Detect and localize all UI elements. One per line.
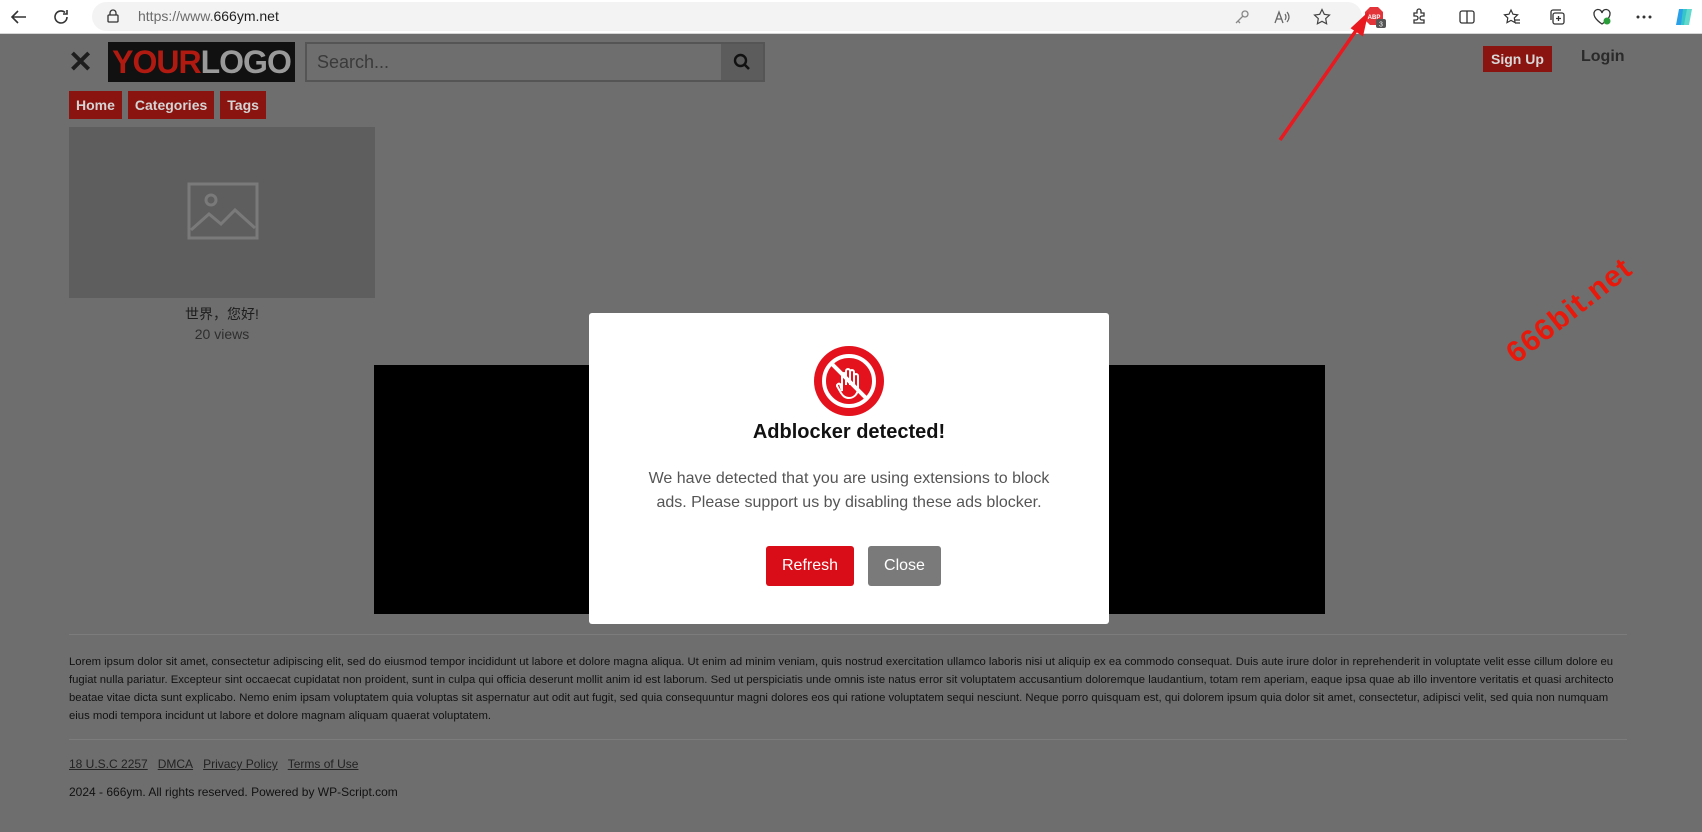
menu-item-tags[interactable]: Tags	[220, 91, 266, 119]
browser-essentials-icon[interactable]	[1590, 5, 1614, 29]
collections-icon[interactable]	[1545, 5, 1569, 29]
logo-part-logo: LOGO	[200, 43, 292, 80]
abp-badge-count: 3	[1379, 22, 1383, 29]
video-thumbnail[interactable]	[69, 127, 375, 298]
video-title[interactable]: 世界，您好!	[69, 304, 375, 324]
back-icon[interactable]	[6, 4, 32, 30]
url-prefix: https://www.	[138, 8, 214, 24]
menu-item-categories[interactable]: Categories	[127, 91, 215, 119]
lock-icon[interactable]	[106, 9, 120, 28]
copyright: 2024 - 666ym. All rights reserved. Power…	[69, 785, 398, 799]
address-bar[interactable]: https://www.666ym.net	[92, 2, 1362, 31]
search-form	[305, 42, 765, 82]
login-link[interactable]: Login	[1581, 48, 1625, 66]
main-menu: Home Categories Tags	[69, 91, 266, 119]
footer-link-privacy[interactable]: Privacy Policy	[203, 757, 278, 771]
video-views: 20 views	[194, 326, 250, 342]
logo-part-your: YOUR	[112, 43, 201, 80]
search-input[interactable]	[307, 44, 721, 80]
modal-title: Adblocker detected!	[752, 421, 946, 443]
no-hand-icon	[814, 346, 884, 416]
site-logo[interactable]: YOUR LOGO	[108, 42, 295, 82]
menu-item-home[interactable]: Home	[69, 91, 122, 119]
footer-link-2257[interactable]: 18 U.S.C 2257	[69, 757, 148, 771]
footer-link-dmca[interactable]: DMCA	[158, 757, 193, 771]
footer-link-terms[interactable]: Terms of Use	[288, 757, 359, 771]
reload-icon[interactable]	[48, 4, 74, 30]
browser-toolbar: https://www.666ym.net ABP 3	[0, 0, 1702, 34]
signup-button[interactable]: Sign Up	[1483, 46, 1552, 72]
adblock-modal: Adblocker detected! We have detected tha…	[589, 313, 1109, 624]
copilot-icon[interactable]	[1672, 5, 1696, 29]
close-button[interactable]: Close	[868, 546, 941, 586]
favorite-star-icon[interactable]	[1312, 7, 1332, 27]
read-aloud-icon[interactable]	[1272, 7, 1292, 27]
divider	[69, 739, 1627, 740]
modal-message: We have detected that you are using exte…	[648, 470, 1050, 511]
image-placeholder-icon	[187, 182, 259, 240]
adblock-plus-icon[interactable]: ABP 3	[1363, 5, 1387, 29]
key-icon[interactable]	[1232, 7, 1252, 27]
extensions-icon[interactable]	[1407, 5, 1431, 29]
url-text: https://www.666ym.net	[138, 8, 279, 24]
page-content: ✕ YOURLOGO Sign Up Login Home Categories…	[0, 34, 1702, 832]
search-button[interactable]	[721, 44, 763, 80]
divider	[69, 634, 1627, 635]
url-domain: 666ym.net	[213, 8, 279, 24]
menu-close-icon[interactable]: ✕	[68, 48, 93, 78]
split-screen-icon[interactable]	[1455, 5, 1479, 29]
refresh-button[interactable]: Refresh	[766, 546, 854, 586]
favorites-icon[interactable]	[1500, 5, 1524, 29]
footer-links: 18 U.S.C 2257 DMCA Privacy Policy Terms …	[69, 757, 358, 771]
search-icon	[733, 53, 750, 70]
footer-text: Lorem ipsum dolor sit amet, consectetur …	[69, 656, 1614, 722]
watermark-text: 666bit.net	[1500, 251, 1639, 371]
more-options-icon[interactable]	[1632, 5, 1656, 29]
